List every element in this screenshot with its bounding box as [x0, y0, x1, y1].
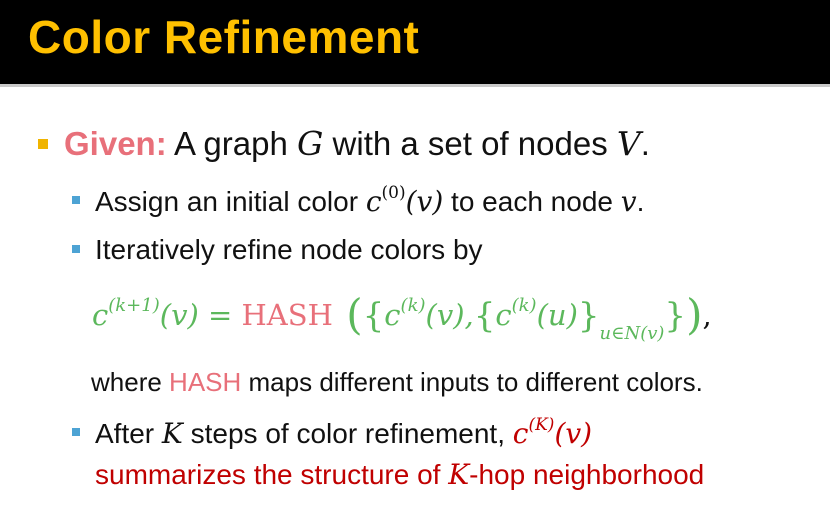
var-g: G [296, 124, 324, 163]
square-bullet-icon [72, 245, 80, 253]
title-divider [0, 84, 830, 87]
c-symbol: c [365, 185, 382, 218]
var-v: V [616, 124, 641, 163]
slide-title: Color Refinement [28, 11, 420, 63]
summary-text-b: -hop neighborhood [469, 459, 705, 490]
hash-formula: c(k+1)(v) = HASH ({c(k)(v),{c(k)(u)}u∈N(… [92, 290, 712, 344]
formula-hash: HASH [241, 298, 333, 332]
bullet-assign: Assign an initial color c(0)(v) to each … [95, 183, 644, 218]
c-superscript: (K) [528, 415, 555, 435]
title-bar: Color Refinement [0, 0, 830, 84]
bullet-after: After K steps of color refinement, c(K)(… [95, 415, 592, 450]
formula-open-paren: ( [332, 290, 363, 339]
formula-c1-sup: (k) [400, 295, 426, 316]
formula-close-brace: } [664, 296, 687, 336]
formula-comma: , [702, 298, 712, 332]
formula-close-brace-inner: } [577, 296, 600, 336]
given-text-c: . [640, 125, 650, 162]
where-line: where HASH maps different inputs to diff… [91, 367, 703, 398]
var-k: K [161, 417, 183, 450]
formula-lhs-c: c [92, 298, 109, 332]
assign-text-a: Assign an initial color [95, 186, 366, 217]
formula-c2-sup: (k) [511, 295, 537, 316]
given-label: Given: [64, 125, 167, 162]
after-text-a: After [95, 418, 162, 449]
given-text-b: with a set of nodes [323, 125, 617, 162]
summary-text-a: summarizes the structure of [95, 459, 449, 490]
formula-c1-arg: (v), [425, 298, 474, 332]
color-c0: c(0)(v) [365, 183, 444, 218]
after-text-b: steps of color refinement, [182, 418, 513, 449]
formula-lhs-sup: (k+1) [108, 295, 160, 316]
where-text-b: maps different inputs to different color… [241, 367, 703, 397]
summary-line: summarizes the structure of K-hop neighb… [95, 458, 704, 491]
square-bullet-icon [72, 196, 80, 204]
formula-c1: c [384, 298, 401, 332]
square-bullet-icon [72, 428, 80, 436]
c-symbol: c [512, 417, 529, 450]
assign-text-c: . [636, 186, 645, 217]
formula-equals: = [198, 298, 242, 332]
where-text-a: where [91, 367, 170, 397]
c-argument: (v) [405, 185, 444, 218]
color-cK: c(K)(v) [512, 415, 593, 450]
formula-c2: c [495, 298, 512, 332]
square-bullet-icon [38, 139, 48, 149]
formula-c2-arg: (u) [536, 298, 578, 332]
where-hash: HASH [169, 367, 242, 397]
var-k: K [448, 458, 470, 491]
bullet-iterate: Iteratively refine node colors by [95, 234, 483, 265]
formula-open-brace: { [362, 296, 385, 336]
var-v: v [620, 185, 637, 218]
assign-text-b: to each node [443, 186, 621, 217]
formula-open-brace-inner: { [473, 296, 496, 336]
formula-lhs-arg: (v) [159, 298, 199, 332]
c-superscript: (0) [381, 183, 406, 203]
given-text-a: A graph [166, 125, 297, 162]
formula-close-paren: ) [686, 290, 703, 339]
bullet-given: Given: A graph G with a set of nodes V. [64, 124, 650, 163]
c-argument: (v) [554, 417, 593, 450]
formula-subscript: u∈N(v) [599, 323, 665, 344]
